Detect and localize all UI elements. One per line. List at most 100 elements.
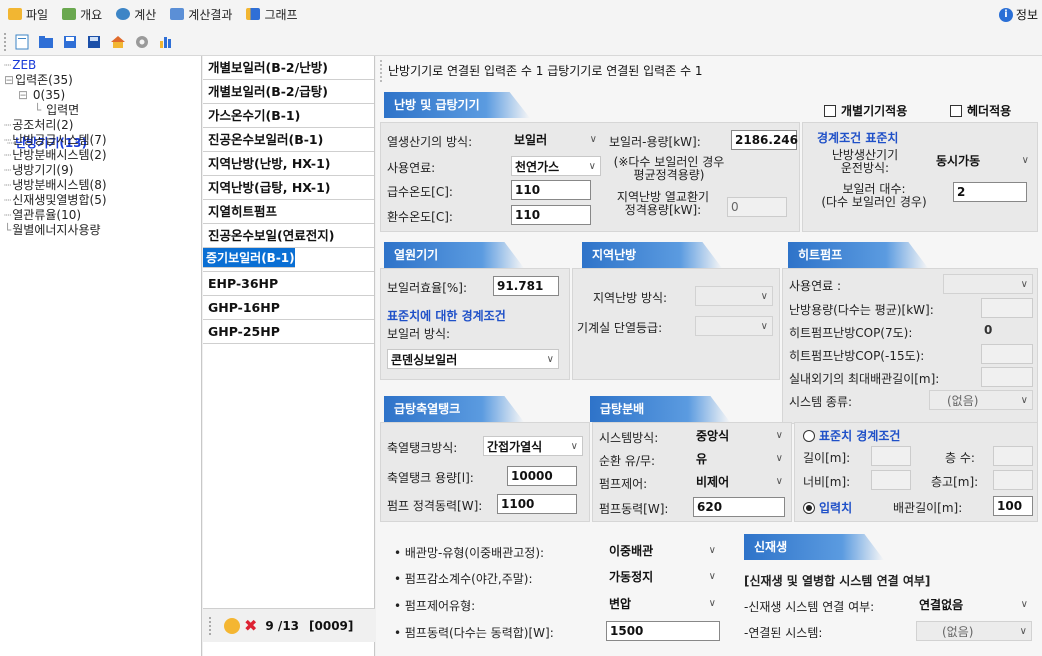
tree-node-item[interactable]: ┈난방분배시스템(2) <box>4 148 201 163</box>
settings-icon[interactable] <box>133 33 151 51</box>
radio-button <box>803 501 815 514</box>
open-folder-icon[interactable] <box>37 33 55 51</box>
equipment-item[interactable]: 지역난방(난방, HX-1) <box>203 152 374 176</box>
tree-node-item[interactable]: ┈냉방분배시스템(8) <box>4 178 201 193</box>
save-as-icon[interactable] <box>85 33 103 51</box>
home-icon[interactable] <box>109 33 127 51</box>
renewable-linked-value: (없음) <box>942 625 974 639</box>
supply-temp-input[interactable]: 110 <box>511 180 591 200</box>
delete-icon[interactable]: ✖ <box>244 616 257 635</box>
chevron-down-icon: ∨ <box>1020 395 1028 406</box>
tank-panel: 축열탱크방식: 간접가열식 ∨ 축열탱크 용량[l]: 10000 펌프 정격동력… <box>380 422 590 522</box>
pump-reduce-select[interactable]: 가동정지 ∨ <box>606 567 720 587</box>
floor-height-input[interactable] <box>993 470 1033 490</box>
equipment-item[interactable]: EHP-36HP <box>203 272 374 296</box>
boiler-count-input[interactable]: 2 <box>953 182 1027 202</box>
std-radio[interactable]: 표준치 경계조건 <box>803 427 900 444</box>
dist-power-input[interactable]: 620 <box>693 497 785 517</box>
tank-type-select[interactable]: 간접가열식 ∨ <box>483 436 583 456</box>
equipment-item[interactable]: GHP-16HP <box>203 296 374 320</box>
tree-item-label: 열관류율(10) <box>12 208 82 222</box>
pipe-len-input[interactable]: 100 <box>993 496 1033 516</box>
tree-node-zeb[interactable]: ┈ZEB <box>4 58 201 73</box>
equipment-item-selected[interactable]: 증기보일러(B-1) <box>203 248 295 268</box>
header-checkbox-label: 헤더적용 <box>967 104 1012 118</box>
hp-pipe-input[interactable] <box>981 367 1033 387</box>
equipment-item[interactable]: 개별보일러(B-2/급탕) <box>203 80 374 104</box>
floors-label: 층 수: <box>945 451 975 465</box>
length-input[interactable] <box>871 446 911 466</box>
hp-cop7-input[interactable]: 0 <box>981 321 1033 341</box>
boiler-eff-input[interactable]: 91.781 <box>493 276 559 296</box>
equipment-item[interactable]: 가스온수기(B-1) <box>203 104 374 128</box>
chevron-down-icon: ∨ <box>760 321 768 332</box>
new-file-icon[interactable] <box>13 33 31 51</box>
save-icon[interactable] <box>61 33 79 51</box>
chevron-down-icon: ∨ <box>708 571 716 582</box>
equipment-item[interactable]: GHP-25HP <box>203 320 374 344</box>
menu-graph[interactable]: 그래프 <box>246 6 298 23</box>
menu-calc[interactable]: 계산 <box>116 6 156 23</box>
gear-icon[interactable] <box>224 617 240 634</box>
renewable-conn-select[interactable]: 연결없음 ∨ <box>916 595 1032 615</box>
tree-item-label: 신재생및열병합(5) <box>12 193 107 207</box>
boiler-method-select[interactable]: 콘덴싱보일러 ∨ <box>387 349 559 369</box>
equipment-item[interactable]: 지열히트펌프 <box>203 200 374 224</box>
equipment-item[interactable]: 진공온수보일러(B-1) <box>203 128 374 152</box>
hp-system-select[interactable]: (없음) ∨ <box>929 390 1033 410</box>
heat-calc-select[interactable]: 보일러 ∨ <box>511 130 601 150</box>
dh-capacity-input[interactable]: 0 <box>727 197 787 217</box>
width-input[interactable] <box>871 470 911 490</box>
section-header-tank: 급탕축열탱크 <box>384 396 524 422</box>
fuel-select[interactable]: 천연가스 ∨ <box>511 156 601 176</box>
menu-results[interactable]: 계산결과 <box>170 6 232 23</box>
hp-cop15-label: 히트펌프난방COP(-15도): <box>789 349 925 363</box>
insulation-select[interactable]: ∨ <box>695 316 773 336</box>
hp-cop15-input[interactable] <box>981 344 1033 364</box>
hp-capacity-input[interactable] <box>981 298 1033 318</box>
op-mode-select[interactable]: 동시가동 ∨ <box>933 151 1033 171</box>
district-method-select[interactable]: ∨ <box>695 286 773 306</box>
tree-node-item[interactable]: ┈난방공급시스템(7) <box>4 133 201 148</box>
input-radio[interactable]: 입력치 <box>803 499 852 516</box>
dist-ctrl-select[interactable]: 비제어 ∨ <box>693 472 787 492</box>
hp-fuel-select[interactable]: ∨ <box>943 274 1033 294</box>
tree-root-label: ZEB <box>12 58 37 72</box>
hp-cop7-label: 히트펌프난방COP(7도): <box>789 326 913 340</box>
tree-node-zone[interactable]: ⊟입력존(35) <box>4 73 201 88</box>
tree-zone-label: 입력존(35) <box>15 73 73 87</box>
pump-ctrl-select[interactable]: 변압 ∨ <box>606 594 720 614</box>
menu-overview[interactable]: 개요 <box>62 6 102 23</box>
tree-node-leaf[interactable]: └ 입력면 <box>4 103 201 118</box>
dist-circ-select[interactable]: 유 ∨ <box>693 449 787 469</box>
capacity-input[interactable]: 2186.246 <box>731 130 798 150</box>
tree-node-item[interactable]: ┈공조처리(2) <box>4 118 201 133</box>
op-mode-label: 난방생산기기 운전방식: <box>831 148 899 175</box>
tank-pump-input[interactable]: 1100 <box>497 494 577 514</box>
renewable-linked-select[interactable]: (없음) ∨ <box>916 621 1032 641</box>
menu-file[interactable]: 파일 <box>8 6 48 23</box>
chevron-down-icon: ∨ <box>775 453 783 464</box>
equipment-item[interactable]: 지역난방(급탕, HX-1) <box>203 176 374 200</box>
return-temp-input[interactable]: 110 <box>511 205 591 225</box>
equipment-item[interactable]: 개별보일러(B-2/난방) <box>203 56 374 80</box>
chart-icon[interactable] <box>157 33 175 51</box>
pipe-type-select[interactable]: 이중배관 ∨ <box>606 541 720 561</box>
tree-node-item[interactable]: ┈냉방기기(9) <box>4 163 201 178</box>
individual-checkbox[interactable]: 개별기기적용 <box>824 102 907 119</box>
menu-info[interactable]: i 정보 <box>998 6 1038 23</box>
pump-power-input[interactable]: 1500 <box>606 621 720 641</box>
width-label: 너비[m]: <box>803 475 851 489</box>
header-checkbox[interactable]: 헤더적용 <box>950 102 1011 119</box>
pump-reduce-label: • 펌프감소계수(야간,주말): <box>394 572 533 586</box>
dist-sys-select[interactable]: 중앙식 ∨ <box>693 426 787 446</box>
equipment-item[interactable]: 진공온수보일(연료전지) <box>203 224 374 248</box>
tree-node-item[interactable]: └월별에너지사용량 <box>4 223 201 238</box>
tree-node-sub[interactable]: ⊟ 0(35) <box>4 88 201 103</box>
tank-cap-input[interactable]: 10000 <box>507 466 577 486</box>
tank-cap-label: 축열탱크 용량[l]: <box>387 471 474 485</box>
heat-source-panel: 보일러효율[%]: 91.781 표준치에 대한 경계조건 보일러 방식: 콘덴… <box>380 268 570 380</box>
floors-input[interactable] <box>993 446 1033 466</box>
tree-node-item[interactable]: ┈열관류율(10) <box>4 208 201 223</box>
tree-node-item[interactable]: ┈신재생및열병합(5) <box>4 193 201 208</box>
